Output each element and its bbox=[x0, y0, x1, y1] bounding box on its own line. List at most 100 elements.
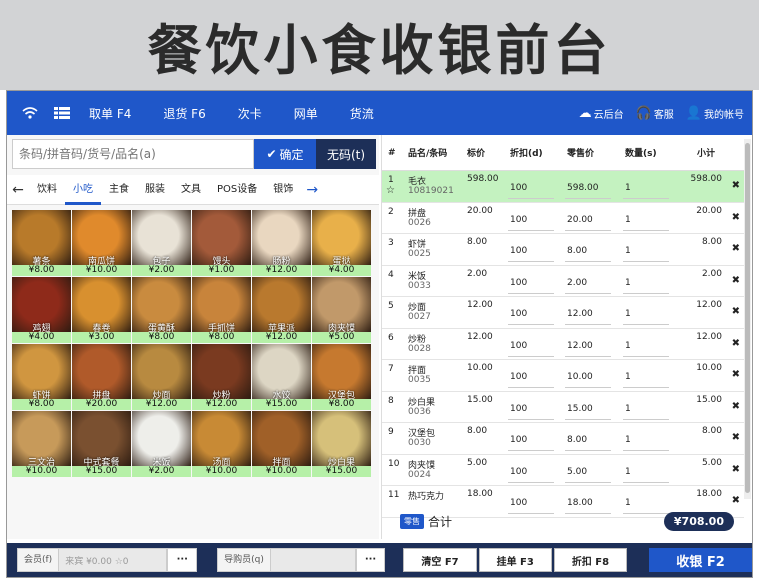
table-row[interactable]: 5 炒面 0027 12.00 100 12.00 1 12.00 ✖ bbox=[382, 297, 744, 329]
delete-icon[interactable]: ✖ bbox=[732, 432, 740, 443]
product-tile[interactable]: 手抓饼 ¥8.00 bbox=[192, 277, 251, 343]
table-row[interactable]: 3 虾饼 0025 8.00 100 8.00 1 8.00 ✖ bbox=[382, 234, 744, 266]
product-tile[interactable]: 汉堡包 ¥8.00 bbox=[312, 344, 371, 410]
product-tile[interactable]: 蛋黄酥 ¥8.00 bbox=[132, 277, 191, 343]
row-discount[interactable]: 100 bbox=[510, 246, 527, 256]
tab-category[interactable]: 饮料 bbox=[29, 175, 65, 205]
row-qty[interactable]: 1 bbox=[625, 435, 631, 445]
row-sale[interactable]: 2.00 bbox=[567, 278, 587, 288]
delete-icon[interactable]: ✖ bbox=[732, 180, 740, 191]
row-sale[interactable]: 598.00 bbox=[567, 183, 599, 193]
menu-return[interactable]: 退货 F6 bbox=[163, 105, 205, 122]
tab-category[interactable]: 服装 bbox=[137, 175, 173, 205]
row-qty[interactable]: 1 bbox=[625, 246, 631, 256]
product-tile[interactable]: 炒白果 ¥15.00 bbox=[312, 411, 371, 477]
row-qty[interactable]: 1 bbox=[625, 215, 631, 225]
product-tile[interactable]: 三文治 ¥10.00 bbox=[12, 411, 71, 477]
arrow-right-icon[interactable]: → bbox=[301, 182, 323, 198]
row-sale[interactable]: 5.00 bbox=[567, 467, 587, 477]
row-discount[interactable]: 100 bbox=[510, 467, 527, 477]
member-more-button[interactable]: ··· bbox=[167, 548, 198, 572]
delete-icon[interactable]: ✖ bbox=[732, 275, 740, 286]
tab-category[interactable]: 银饰 bbox=[265, 175, 301, 205]
product-tile[interactable]: 拌面 ¥10.00 bbox=[252, 411, 311, 477]
row-sale[interactable]: 12.00 bbox=[567, 341, 593, 351]
table-row[interactable]: 1 ☆ 毛衣 10819021 598.00 100 598.00 1 598.00 ✖ bbox=[382, 171, 744, 203]
account-link[interactable]: 👤 我的帐号 bbox=[686, 106, 744, 121]
table-row[interactable]: 10 肉夹馍 0024 5.00 100 5.00 1 5.00 ✖ bbox=[382, 455, 744, 486]
no-code-button[interactable]: 无码(t) bbox=[316, 139, 376, 169]
product-tile[interactable]: 包子 ¥2.00 bbox=[132, 210, 191, 276]
product-tile[interactable]: 中式套餐 ¥15.00 bbox=[72, 411, 131, 477]
member-field[interactable]: 会员(f) 来宾 ¥0.00 ☆0 bbox=[17, 548, 168, 572]
guide-field[interactable]: 导购员(q) bbox=[217, 548, 356, 572]
delete-icon[interactable]: ✖ bbox=[732, 212, 740, 223]
menu-card[interactable]: 次卡 bbox=[238, 105, 262, 122]
row-discount[interactable]: 100 bbox=[510, 404, 527, 414]
barcode-search-input[interactable] bbox=[12, 139, 254, 169]
delete-icon[interactable]: ✖ bbox=[732, 369, 740, 380]
row-qty[interactable]: 1 bbox=[625, 467, 631, 477]
table-row[interactable]: 8 炒白果 0036 15.00 100 15.00 1 15.00 ✖ bbox=[382, 392, 744, 423]
product-tile[interactable]: 蛋挞 ¥4.00 bbox=[312, 210, 371, 276]
product-tile[interactable]: 苹果派 ¥12.00 bbox=[252, 277, 311, 343]
row-sale[interactable]: 8.00 bbox=[567, 246, 587, 256]
product-tile[interactable]: 米饭 ¥2.00 bbox=[132, 411, 191, 477]
product-tile[interactable]: 薯条 ¥8.00 bbox=[12, 210, 71, 276]
product-tile[interactable]: 春卷 ¥3.00 bbox=[72, 277, 131, 343]
row-sale[interactable]: 15.00 bbox=[567, 404, 593, 414]
row-discount[interactable]: 100 bbox=[510, 341, 527, 351]
pay-button[interactable]: 收银 F2 bbox=[649, 548, 752, 572]
row-qty[interactable]: 1 bbox=[625, 183, 631, 193]
product-tile[interactable]: 馒头 ¥1.00 bbox=[192, 210, 251, 276]
menu-goods-flow[interactable]: 货流 bbox=[350, 105, 374, 122]
delete-icon[interactable]: ✖ bbox=[732, 464, 740, 475]
table-row[interactable]: 9 汉堡包 0030 8.00 100 8.00 1 8.00 ✖ bbox=[382, 423, 744, 455]
row-sale[interactable]: 8.00 bbox=[567, 435, 587, 445]
row-qty[interactable]: 1 bbox=[625, 372, 631, 382]
tab-category[interactable]: 主食 bbox=[101, 175, 137, 205]
arrow-left-icon[interactable]: ← bbox=[7, 182, 29, 198]
row-sale[interactable]: 20.00 bbox=[567, 215, 593, 225]
row-sale[interactable]: 10.00 bbox=[567, 372, 593, 382]
product-tile[interactable]: 鸡翅 ¥4.00 bbox=[12, 277, 71, 343]
list-icon[interactable] bbox=[53, 104, 71, 122]
discount-button[interactable]: 折扣 F8 bbox=[553, 548, 628, 572]
star-icon[interactable]: ☆ bbox=[386, 185, 395, 196]
row-discount[interactable]: 100 bbox=[510, 215, 527, 225]
product-tile[interactable]: 肉夹馍 ¥5.00 bbox=[312, 277, 371, 343]
table-row[interactable]: 2 拼盘 0026 20.00 100 20.00 1 20.00 ✖ bbox=[382, 203, 744, 234]
support-link[interactable]: 🎧 客服 bbox=[636, 106, 674, 121]
product-tile[interactable]: 炒粉 ¥12.00 bbox=[192, 344, 251, 410]
row-discount[interactable]: 100 bbox=[510, 183, 527, 193]
delete-icon[interactable]: ✖ bbox=[732, 306, 740, 317]
row-qty[interactable]: 1 bbox=[625, 404, 631, 414]
row-qty[interactable]: 1 bbox=[625, 309, 631, 319]
hang-order-button[interactable]: 挂单 F3 bbox=[478, 548, 552, 572]
confirm-button[interactable]: ✔ 确定 bbox=[254, 139, 316, 169]
cloud-backend-link[interactable]: ☁ 云后台 bbox=[579, 106, 624, 121]
row-qty[interactable]: 1 bbox=[625, 278, 631, 288]
guide-more-button[interactable]: ··· bbox=[355, 548, 386, 572]
product-tile[interactable]: 炒面 ¥12.00 bbox=[132, 344, 191, 410]
table-row[interactable]: 6 炒粉 0028 12.00 100 12.00 1 12.00 ✖ bbox=[382, 329, 744, 360]
product-tile[interactable]: 虾饼 ¥8.00 bbox=[12, 344, 71, 410]
cart-scrollbar[interactable] bbox=[744, 139, 751, 499]
product-tile[interactable]: 南瓜饼 ¥10.00 bbox=[72, 210, 131, 276]
clear-button[interactable]: 清空 F7 bbox=[403, 548, 477, 572]
menu-fetch-order[interactable]: 取单 F4 bbox=[89, 105, 131, 122]
delete-icon[interactable]: ✖ bbox=[732, 243, 740, 254]
tab-category[interactable]: 小吃 bbox=[65, 175, 101, 205]
table-row[interactable]: 7 拌面 0035 10.00 100 10.00 1 10.00 ✖ bbox=[382, 360, 744, 392]
delete-icon[interactable]: ✖ bbox=[732, 338, 740, 349]
scrollbar-thumb[interactable] bbox=[745, 143, 750, 493]
row-discount[interactable]: 100 bbox=[510, 435, 527, 445]
tab-category[interactable]: 文具 bbox=[173, 175, 209, 205]
table-row[interactable]: 4 米饭 0033 2.00 100 2.00 1 2.00 ✖ bbox=[382, 266, 744, 297]
product-tile[interactable]: 拼盘 ¥20.00 bbox=[72, 344, 131, 410]
product-tile[interactable]: 水饺 ¥15.00 bbox=[252, 344, 311, 410]
tab-category[interactable]: POS设备 bbox=[209, 175, 265, 205]
delete-icon[interactable]: ✖ bbox=[732, 401, 740, 412]
product-tile[interactable]: 汤面 ¥10.00 bbox=[192, 411, 251, 477]
row-discount[interactable]: 100 bbox=[510, 309, 527, 319]
